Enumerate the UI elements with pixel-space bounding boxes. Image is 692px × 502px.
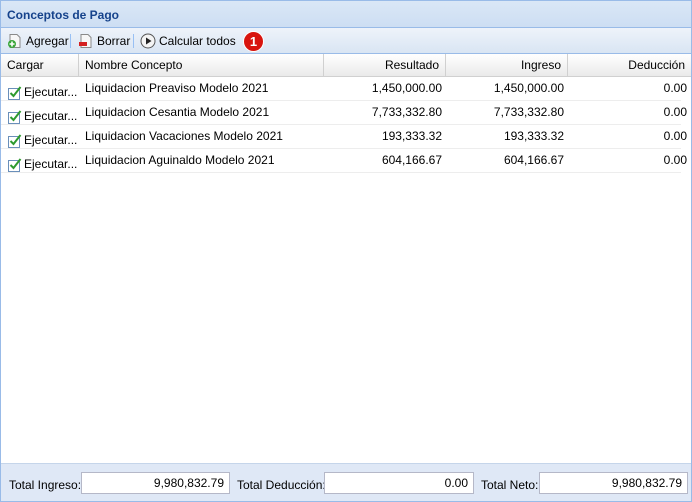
ingreso-value: 604,166.67 bbox=[503, 153, 564, 167]
delete-button-label: Borrar bbox=[97, 34, 131, 48]
column-header-deduccion[interactable]: Deducción bbox=[568, 54, 691, 77]
checklist-icon bbox=[7, 85, 23, 101]
column-header-resultado[interactable]: Resultado bbox=[324, 54, 446, 77]
table-row[interactable]: Ejecutar... Liquidacion Cesantia Modelo … bbox=[1, 101, 687, 125]
total-deduccion-label: Total Deducción: bbox=[237, 478, 326, 492]
delete-button[interactable]: Borrar bbox=[78, 32, 130, 50]
toolbar-separator bbox=[133, 34, 134, 48]
calculate-all-button[interactable]: Calcular todos bbox=[140, 32, 236, 50]
column-header-cargar[interactable]: Cargar bbox=[1, 54, 79, 77]
table-row[interactable]: Ejecutar... Liquidacion Vacaciones Model… bbox=[1, 125, 687, 149]
column-header-ingreso[interactable]: Ingreso bbox=[446, 54, 568, 77]
total-ingreso-field[interactable] bbox=[81, 472, 230, 494]
panel-header: Conceptos de Pago bbox=[1, 1, 691, 28]
toolbar: Agregar Borrar Calcular todos 1 bbox=[1, 28, 691, 54]
panel-title: Conceptos de Pago bbox=[7, 8, 120, 22]
total-neto-field[interactable] bbox=[539, 472, 688, 494]
table-row[interactable]: Ejecutar... Liquidacion Preaviso Modelo … bbox=[1, 77, 687, 101]
ingreso-value: 193,333.32 bbox=[503, 129, 564, 143]
concept-name: Liquidacion Aguinaldo Modelo 2021 bbox=[85, 153, 275, 167]
column-header-nombre[interactable]: Nombre Concepto bbox=[79, 54, 324, 77]
concept-name: Liquidacion Preaviso Modelo 2021 bbox=[85, 81, 269, 95]
resultado-value: 1,450,000.00 bbox=[371, 81, 442, 95]
add-button-label: Agregar bbox=[26, 34, 69, 48]
cargar-cell[interactable]: Ejecutar... bbox=[1, 125, 79, 149]
execute-link[interactable]: Ejecutar... bbox=[24, 133, 77, 147]
delete-document-icon bbox=[78, 33, 94, 49]
execute-link[interactable]: Ejecutar... bbox=[24, 157, 77, 171]
deduccion-value: 0.00 bbox=[663, 129, 687, 143]
resultado-value: 604,166.67 bbox=[381, 153, 442, 167]
cargar-cell[interactable]: Ejecutar... bbox=[1, 101, 79, 125]
conceptos-panel: Conceptos de Pago Agregar Borrar Calcula… bbox=[0, 0, 692, 502]
total-deduccion-field[interactable] bbox=[324, 472, 474, 494]
calculate-all-button-label: Calcular todos bbox=[159, 34, 236, 48]
checklist-icon bbox=[7, 157, 23, 173]
cargar-cell[interactable]: Ejecutar... bbox=[1, 77, 79, 101]
grid-header: Cargar Nombre Concepto Resultado Ingreso… bbox=[1, 54, 691, 77]
play-icon bbox=[140, 33, 156, 49]
add-button[interactable]: Agregar bbox=[7, 32, 69, 50]
concept-name: Liquidacion Vacaciones Modelo 2021 bbox=[85, 129, 283, 143]
total-ingreso-label: Total Ingreso: bbox=[9, 478, 82, 492]
add-document-icon bbox=[7, 33, 23, 49]
resultado-value: 7,733,332.80 bbox=[371, 105, 442, 119]
toolbar-separator bbox=[70, 34, 71, 48]
notification-badge: 1 bbox=[243, 31, 264, 52]
deduccion-value: 0.00 bbox=[663, 153, 687, 167]
ingreso-value: 7,733,332.80 bbox=[493, 105, 564, 119]
concept-name: Liquidacion Cesantia Modelo 2021 bbox=[85, 105, 270, 119]
deduccion-value: 0.00 bbox=[663, 105, 687, 119]
deduccion-value: 0.00 bbox=[663, 81, 687, 95]
total-neto-label: Total Neto: bbox=[481, 478, 539, 492]
ingreso-value: 1,450,000.00 bbox=[493, 81, 564, 95]
checklist-icon bbox=[7, 109, 23, 125]
cargar-cell[interactable]: Ejecutar... bbox=[1, 149, 79, 173]
table-row[interactable]: Ejecutar... Liquidacion Aguinaldo Modelo… bbox=[1, 149, 687, 173]
execute-link[interactable]: Ejecutar... bbox=[24, 85, 77, 99]
execute-link[interactable]: Ejecutar... bbox=[24, 109, 77, 123]
totals-bar: Total Ingreso: Total Deducción: Total Ne… bbox=[1, 463, 691, 501]
resultado-value: 193,333.32 bbox=[381, 129, 442, 143]
checklist-icon bbox=[7, 133, 23, 149]
